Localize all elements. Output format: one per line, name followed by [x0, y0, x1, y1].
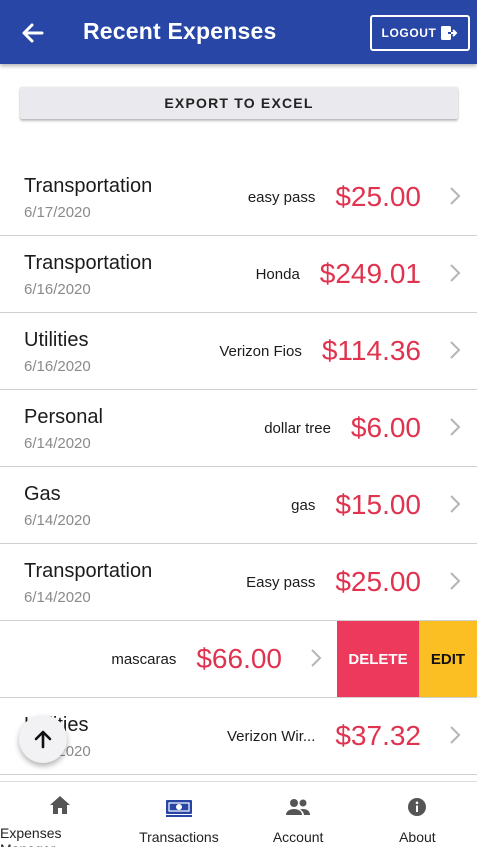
bottom-tab-bar: Expenses Manager Transactions Account: [0, 781, 477, 847]
tab-label: Expenses Manager: [0, 825, 62, 847]
expense-category: Transportation: [24, 175, 153, 197]
expense-row[interactable]: Transportation 6/16/2020 Honda $249.01: [0, 236, 477, 313]
expense-date: 6/14/2020: [24, 512, 91, 529]
expense-amount: $114.36: [321, 335, 421, 366]
app-header: Recent Expenses LOGOUT: [0, 0, 477, 64]
expense-date: 6/14/2020: [24, 589, 91, 606]
expense-category: Utilities: [24, 329, 89, 351]
expense-amount: $25.00: [335, 181, 421, 212]
back-button[interactable]: [18, 18, 48, 48]
expense-date: 6/17/2020: [24, 204, 91, 221]
expense-description: Honda: [255, 265, 300, 283]
chevron-right-icon: [450, 187, 461, 205]
expense-amount: $15.00: [335, 489, 421, 520]
expense-category: Transportation: [24, 252, 153, 274]
tab-label: About: [399, 829, 436, 845]
delete-button[interactable]: DELETE: [337, 621, 419, 697]
logout-button[interactable]: LOGOUT: [370, 15, 470, 51]
expense-amount: $6.00: [350, 412, 421, 443]
expense-date: 6/16/2020: [24, 358, 91, 375]
chevron-right-icon: [450, 341, 461, 359]
home-icon: [49, 796, 70, 814]
chevron-right-icon: [450, 418, 461, 436]
expense-description: Easy pass: [246, 573, 316, 591]
expense-amount: $249.01: [319, 258, 421, 289]
expense-date: 6/16/2020: [24, 281, 91, 298]
expense-row-content[interactable]: mascaras $66.00: [0, 621, 338, 697]
chevron-right-icon: [311, 649, 322, 667]
tab-transactions[interactable]: Transactions: [119, 782, 238, 847]
expense-row-swiped[interactable]: mascaras $66.00 DELETE EDIT: [0, 621, 477, 698]
money-icon: [165, 800, 192, 817]
expense-description: Verizon Fios: [219, 342, 302, 360]
expense-row[interactable]: Personal 6/14/2020 dollar tree $6.00: [0, 390, 477, 467]
people-icon: [286, 799, 311, 815]
chevron-right-icon: [450, 264, 461, 282]
expense-category: Transportation: [24, 560, 153, 582]
expense-amount: $66.00: [196, 643, 282, 674]
tab-about[interactable]: About: [358, 782, 477, 847]
expense-category: Personal: [24, 406, 103, 428]
expense-row[interactable]: Gas 6/14/2020 gas $15.00: [0, 467, 477, 544]
expense-row[interactable]: Transportation 6/14/2020 Easy pass $25.0…: [0, 544, 477, 621]
chevron-right-icon: [450, 726, 461, 744]
expense-row[interactable]: Utilities 6/16/2020 Verizon Fios $114.36: [0, 313, 477, 390]
expense-description: easy pass: [247, 188, 316, 206]
tab-expenses-manager[interactable]: Expenses Manager: [0, 782, 119, 847]
expense-category: Gas: [24, 483, 61, 505]
edit-button[interactable]: EDIT: [419, 621, 477, 697]
tab-label: Account: [272, 829, 324, 845]
tab-label: Transactions: [139, 829, 219, 845]
chevron-right-icon: [450, 572, 461, 590]
export-to-excel-button[interactable]: EXPORT TO EXCEL: [20, 87, 458, 119]
arrow-up-icon: [34, 730, 52, 749]
expense-amount: $37.32: [335, 720, 421, 751]
scroll-to-top-button[interactable]: [19, 715, 67, 763]
logout-label: LOGOUT: [381, 26, 437, 40]
expense-date: 6/14/2020: [24, 435, 91, 452]
arrow-left-icon: [22, 23, 44, 43]
expense-description: dollar tree: [264, 419, 331, 437]
chevron-right-icon: [450, 495, 461, 513]
info-icon: [408, 798, 427, 816]
tab-account[interactable]: Account: [239, 782, 358, 847]
expense-row[interactable]: Utilities 6/14/2020 Verizon Wir... $37.3…: [0, 698, 477, 775]
expense-description: gas: [291, 496, 316, 514]
expense-row[interactable]: Transportation 6/17/2020 easy pass $25.0…: [0, 159, 477, 236]
expense-description: Verizon Wir...: [227, 727, 316, 745]
expense-amount: $25.00: [335, 566, 421, 597]
expense-description: mascaras: [111, 650, 177, 668]
expense-list: Transportation 6/17/2020 easy pass $25.0…: [0, 159, 477, 775]
page-title: Recent Expenses: [83, 18, 277, 44]
logout-icon: [441, 26, 458, 40]
